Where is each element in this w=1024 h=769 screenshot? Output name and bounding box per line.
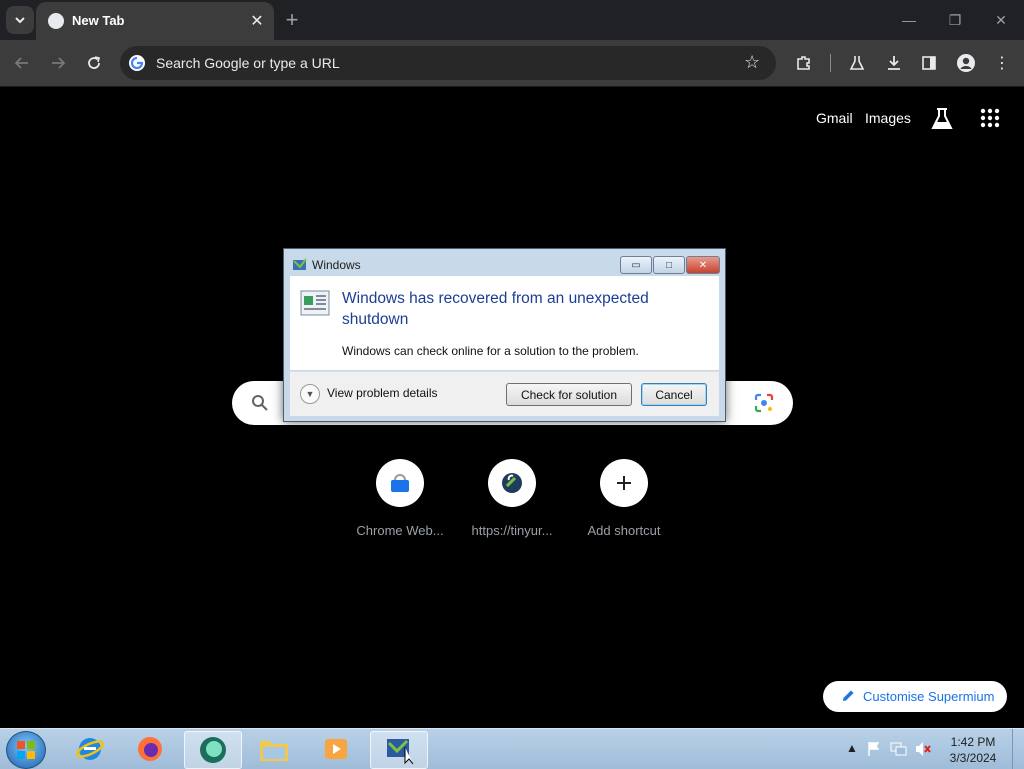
reload-icon: [88, 56, 100, 69]
internet-explorer-icon: [75, 738, 105, 760]
back-button[interactable]: [10, 51, 34, 75]
start-button[interactable]: [6, 731, 46, 769]
side-panel-icon[interactable]: [918, 52, 940, 74]
taskbar-internet-explorer[interactable]: [62, 731, 118, 767]
gmail-link[interactable]: Gmail: [816, 110, 853, 126]
shortcut-icon: [488, 459, 536, 507]
arrow-right-icon: [52, 57, 66, 69]
add-shortcut-button[interactable]: Add shortcut: [568, 459, 680, 538]
firefox-icon: [138, 737, 162, 761]
flask-icon[interactable]: [846, 52, 868, 74]
customise-label: Customise Supermium: [863, 689, 995, 704]
plus-icon: [600, 459, 648, 507]
link-icon: [502, 473, 522, 493]
pencil-icon: [843, 690, 854, 701]
reload-button[interactable]: [82, 51, 106, 75]
check-for-solution-button[interactable]: Check for solution: [506, 383, 632, 406]
media-player-icon: [325, 739, 347, 759]
forward-button[interactable]: [46, 51, 70, 75]
star-icon[interactable]: ☆: [744, 52, 760, 73]
shortcut-tinyurl[interactable]: https://tinyur...: [456, 459, 568, 538]
apps-grid-icon[interactable]: [980, 108, 1000, 133]
dialog-maximize-button[interactable]: □: [653, 256, 685, 274]
taskbar-file-explorer[interactable]: [246, 731, 302, 767]
chevron-down-icon: [15, 17, 25, 24]
tab-favicon-icon: [48, 13, 64, 29]
close-icon[interactable]: ✕: [246, 10, 268, 32]
show-desktop-button[interactable]: [1012, 729, 1024, 769]
puzzle-icon[interactable]: [793, 52, 815, 74]
remote-desktop-icon: [387, 739, 414, 765]
minimize-icon[interactable]: —: [894, 8, 924, 32]
tab-title: New Tab: [72, 13, 125, 28]
recovery-dialog: Windows ▭ □ ✕ Windows has recovered from…: [283, 248, 726, 422]
dialog-body: Windows has recovered from an unexpected…: [290, 276, 719, 370]
dialog-minimize-button[interactable]: ▭: [620, 256, 652, 274]
profile-icon[interactable]: [955, 52, 977, 74]
taskbar-clock[interactable]: 1:42 PM 3/3/2024: [944, 734, 1002, 766]
shortcut-chrome-web-store[interactable]: Chrome Web...: [344, 459, 456, 538]
clock-time: 1:42 PM: [950, 735, 996, 749]
windows-taskbar: ▲ 1:42 PM 3/3/2024: [0, 728, 1024, 769]
images-link[interactable]: Images: [865, 110, 911, 126]
clock-date: 3/3/2024: [949, 751, 997, 765]
download-icon[interactable]: [883, 52, 905, 74]
network-icon[interactable]: [890, 741, 908, 757]
taskbar-firefox[interactable]: [122, 731, 178, 767]
tab-new-tab[interactable]: New Tab ✕: [36, 2, 274, 40]
tab-search-button[interactable]: [6, 6, 34, 34]
dialog-heading: Windows has recovered from an unexpected…: [342, 290, 649, 328]
volume-muted-icon[interactable]: [914, 741, 932, 757]
browser-toolbar: Search Google or type a URL ☆ ⋮: [0, 40, 1024, 87]
browser-icon: [200, 737, 226, 763]
taskbar-remote-desktop[interactable]: [370, 731, 428, 769]
arrow-left-icon: [14, 57, 28, 69]
web-store-icon: [391, 474, 409, 492]
cancel-button[interactable]: Cancel: [641, 383, 707, 406]
omnibox-placeholder: Search Google or type a URL: [156, 55, 340, 71]
dialog-footer: ▼ View problem details Check for solutio…: [290, 371, 719, 416]
new-tab-button[interactable]: +: [280, 7, 304, 32]
dialog-close-button[interactable]: ✕: [686, 256, 720, 274]
labs-flask-icon[interactable]: [931, 107, 953, 136]
google-g-icon: [129, 55, 145, 71]
chevron-down-icon[interactable]: ▼: [300, 384, 320, 404]
view-problem-details-link[interactable]: View problem details: [327, 386, 438, 400]
shortcut-label: https://tinyur...: [471, 523, 553, 538]
dialog-message: Windows can check online for a solution …: [342, 344, 639, 358]
windows-app-icon: [293, 258, 307, 270]
toolbar-separator: [830, 54, 831, 72]
kebab-menu-icon[interactable]: ⋮: [991, 52, 1013, 74]
customise-button[interactable]: Customise Supermium: [823, 681, 1007, 712]
shortcut-icon: [376, 459, 424, 507]
shortcut-label: Add shortcut: [587, 523, 661, 538]
search-icon: [252, 395, 268, 411]
lens-icon[interactable]: [754, 393, 774, 413]
report-icon: [300, 290, 330, 316]
shortcut-label: Chrome Web...: [356, 523, 444, 538]
restore-icon[interactable]: ❐: [940, 8, 970, 32]
taskbar-browser[interactable]: [184, 731, 242, 769]
action-center-flag-icon[interactable]: [866, 741, 882, 757]
folder-icon: [260, 741, 288, 761]
windows-logo-icon: [17, 741, 35, 759]
show-hidden-icons[interactable]: ▲: [846, 741, 858, 755]
taskbar-media-player[interactable]: [308, 731, 364, 767]
dialog-title: Windows: [312, 258, 361, 272]
omnibox[interactable]: Search Google or type a URL ☆: [120, 46, 776, 80]
window-close-icon[interactable]: ✕: [986, 8, 1016, 32]
tab-strip: New Tab ✕ + — ❐ ✕: [0, 0, 1024, 40]
